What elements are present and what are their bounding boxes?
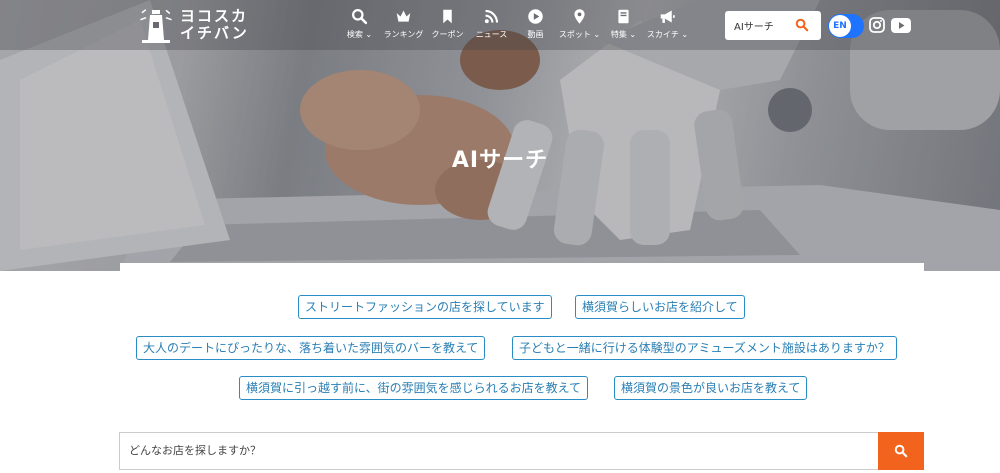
site-logo[interactable]: ヨコスカ イチバン xyxy=(138,5,264,45)
nav-item-ranking[interactable]: ランキング xyxy=(384,8,423,44)
chevron-down-icon: ⌄ xyxy=(681,30,689,39)
ai-query-input[interactable]: どんなお店を探しますか？ xyxy=(119,432,878,470)
nav-item-video[interactable]: 動画 xyxy=(516,8,555,44)
page-title: AIサーチ xyxy=(451,148,549,173)
nav-label-feature: 特集 xyxy=(610,30,627,39)
suggestion-chip[interactable]: ストリートファッションの店を探しています xyxy=(298,295,552,319)
megaphone-icon xyxy=(660,10,675,23)
language-toggle[interactable]: EN xyxy=(828,14,864,38)
map-pin-icon xyxy=(574,9,585,24)
nav-label-spot: スポット xyxy=(558,30,591,39)
nav-label-search: 検索 xyxy=(346,30,363,39)
suggestion-chip[interactable]: 大人のデートにぴったりな、落ち着いた雰囲気のバーを教えて xyxy=(136,336,486,360)
nav-label-news: ニュース xyxy=(475,30,508,39)
logo-line-1: ヨコスカ xyxy=(180,7,249,25)
youtube-icon[interactable] xyxy=(891,18,911,33)
instagram-icon[interactable] xyxy=(869,17,885,33)
chevron-down-icon: ⌄ xyxy=(593,30,601,39)
ai-search-submit-button[interactable] xyxy=(878,432,924,470)
site-header: ヨコスカ イチバン 検索 ⌄ ランキング クーポン ニュース 動画 スポット ⌄ xyxy=(0,0,1000,50)
chevron-down-icon: ⌄ xyxy=(629,30,637,39)
nav-label-ranking: ランキング xyxy=(383,30,424,39)
logo-text: ヨコスカ イチバン xyxy=(180,8,249,42)
rss-icon xyxy=(484,9,499,24)
search-icon xyxy=(795,18,809,32)
play-icon xyxy=(528,9,543,24)
header-search-label: AIサーチ xyxy=(734,22,774,33)
language-label: EN xyxy=(829,15,851,37)
suggestion-chip[interactable]: 横須賀に引っ越す前に、街の雰囲気を感じられるお店を教えて xyxy=(239,376,589,400)
search-icon xyxy=(894,444,908,458)
nav-item-news[interactable]: ニュース xyxy=(472,8,511,44)
book-icon xyxy=(618,9,629,24)
suggestion-chip[interactable]: 横須賀の景色が良いお店を教えて xyxy=(614,376,808,400)
logo-line-2: イチバン xyxy=(180,24,249,42)
main-nav: 検索 ⌄ ランキング クーポン ニュース 動画 スポット ⌄ 特集 ⌄ スカイチ… xyxy=(340,8,692,44)
nav-item-sukaichi[interactable]: スカイチ ⌄ xyxy=(646,8,689,44)
nav-item-coupon[interactable]: クーポン xyxy=(428,8,467,44)
nav-item-spot[interactable]: スポット ⌄ xyxy=(558,8,601,44)
suggestion-chip[interactable]: 子どもと一緒に行ける体験型のアミューズメント施設はありますか？ xyxy=(512,336,897,360)
nav-label-coupon: クーポン xyxy=(431,30,464,39)
header-search-button[interactable]: AIサーチ xyxy=(725,11,821,40)
crown-icon xyxy=(396,10,411,22)
bookmark-icon xyxy=(443,9,452,24)
nav-item-search[interactable]: 検索 ⌄ xyxy=(340,8,379,44)
suggestion-chip[interactable]: 横須賀らしいお店を紹介して xyxy=(575,295,745,319)
nav-label-sukaichi: スカイチ xyxy=(646,30,679,39)
chevron-down-icon: ⌄ xyxy=(365,30,373,39)
lighthouse-icon xyxy=(140,9,172,43)
search-icon xyxy=(352,9,368,25)
nav-item-feature[interactable]: 特集 ⌄ xyxy=(604,8,643,44)
nav-label-video: 動画 xyxy=(527,30,544,39)
